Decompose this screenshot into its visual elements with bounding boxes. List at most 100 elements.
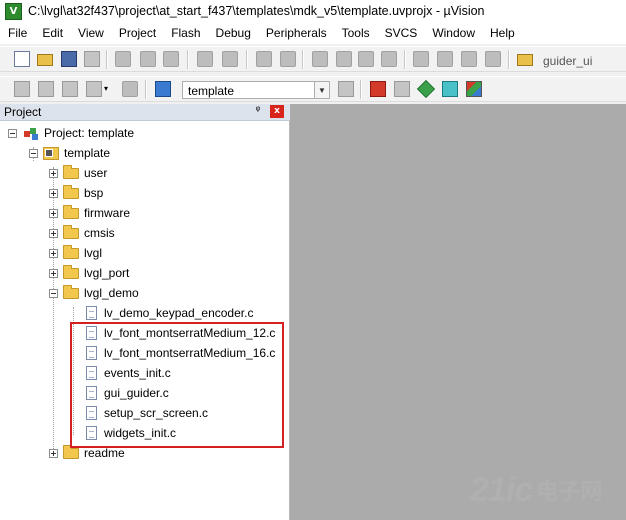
software-packs-icon[interactable] — [466, 81, 482, 97]
menu-help[interactable]: Help — [482, 26, 522, 40]
copy-icon[interactable] — [140, 51, 156, 67]
paste-icon[interactable] — [163, 51, 179, 67]
tree-group-user[interactable]: user — [49, 163, 107, 183]
prev-bookmark-icon[interactable] — [336, 51, 352, 67]
tree-file[interactable]: gui_guider.c — [86, 383, 169, 403]
tree-file[interactable]: widgets_init.c — [86, 423, 176, 443]
toolbar-separator — [404, 50, 406, 69]
toolbar-separator — [360, 80, 362, 99]
collapse-icon[interactable] — [8, 128, 17, 138]
tree-project-root[interactable]: Project: template — [8, 123, 134, 143]
tree-project-label: Project: template — [44, 126, 135, 140]
next-bookmark-icon[interactable] — [358, 51, 374, 67]
pin-icon[interactable]: ᵠ — [252, 105, 264, 117]
folder-icon — [63, 184, 79, 199]
toolbar-separator — [302, 50, 304, 69]
unindent-icon[interactable] — [437, 51, 453, 67]
expand-icon[interactable] — [49, 248, 58, 258]
tree-file[interactable]: lv_demo_keypad_encoder.c — [86, 303, 253, 323]
tree-file[interactable]: events_init.c — [86, 363, 171, 383]
comment-icon[interactable] — [461, 51, 477, 67]
expand-icon[interactable] — [49, 168, 58, 178]
tree-group-label: firmware — [84, 206, 131, 220]
find-in-files-icon[interactable] — [517, 54, 533, 66]
tree-target[interactable]: template — [29, 143, 110, 163]
batch-dropdown-icon[interactable]: ▾ — [104, 81, 112, 97]
tree-group-lvgl-demo[interactable]: lvgl_demo — [49, 283, 139, 303]
expand-icon[interactable] — [49, 268, 58, 278]
menu-debug[interactable]: Debug — [208, 26, 258, 40]
menu-peripherals[interactable]: Peripherals — [258, 26, 334, 40]
rebuild-icon[interactable] — [62, 81, 78, 97]
tree-file-label: events_init.c — [104, 366, 171, 380]
manage-project-items-icon[interactable] — [370, 81, 386, 97]
menu-project[interactable]: Project — [111, 26, 163, 40]
tree-group-label: lvgl_demo — [84, 286, 139, 300]
tree-group-lvgl[interactable]: lvgl — [49, 243, 102, 263]
site-watermark: 21ic 电子网 — [470, 468, 620, 512]
title-bar: V C:\lvgl\at32f437\project\at_start_f437… — [0, 0, 626, 22]
folder-icon — [63, 224, 79, 239]
tree-group-lvgl-port[interactable]: lvgl_port — [49, 263, 129, 283]
tree-group-label: readme — [84, 446, 125, 460]
batch-build-icon[interactable] — [86, 81, 102, 97]
expand-icon[interactable] — [49, 188, 58, 198]
save-icon[interactable] — [61, 51, 77, 67]
target-options-icon[interactable] — [338, 81, 354, 97]
menu-tools[interactable]: Tools — [334, 26, 377, 40]
project-tree[interactable]: Project: template template user bsp firm… — [0, 121, 290, 520]
toolbar-separator — [106, 50, 108, 69]
menu-flash[interactable]: Flash — [163, 26, 207, 40]
nav-back-icon[interactable] — [256, 51, 272, 67]
toolbar-separator — [508, 50, 510, 69]
target-select[interactable]: template ▼ — [182, 81, 330, 99]
c-file-icon — [86, 366, 97, 380]
cut-icon[interactable] — [115, 51, 131, 67]
translate-icon[interactable] — [14, 81, 30, 97]
menu-view[interactable]: View — [70, 26, 111, 40]
undo-icon[interactable] — [197, 51, 213, 67]
menu-edit[interactable]: Edit — [34, 26, 70, 40]
build-icon[interactable] — [38, 81, 54, 97]
folder-icon — [63, 164, 79, 179]
stop-build-icon[interactable] — [122, 81, 138, 97]
tree-group-bsp[interactable]: bsp — [49, 183, 103, 203]
tree-file-label: widgets_init.c — [104, 426, 177, 440]
find-text[interactable]: guider_ui — [543, 54, 592, 68]
menu-window[interactable]: Window — [424, 26, 482, 40]
chevron-down-icon[interactable]: ▼ — [314, 82, 329, 98]
nav-forward-icon[interactable] — [280, 51, 296, 67]
tree-file[interactable]: lv_font_montserratMedium_12.c — [86, 323, 275, 343]
clear-bookmarks-icon[interactable] — [381, 51, 397, 67]
find-combo[interactable]: guider_ui — [540, 51, 626, 69]
expand-icon[interactable] — [49, 208, 58, 218]
tree-group-firmware[interactable]: firmware — [49, 203, 130, 223]
close-icon[interactable]: x — [270, 105, 284, 118]
menu-svcs[interactable]: SVCS — [377, 26, 425, 40]
tree-file[interactable]: setup_scr_screen.c — [86, 403, 208, 423]
open-folder-icon[interactable] — [37, 54, 53, 66]
save-all-icon[interactable] — [84, 51, 100, 67]
new-file-icon[interactable] — [14, 51, 30, 67]
tree-group-cmsis[interactable]: cmsis — [49, 223, 115, 243]
tree-group-readme[interactable]: readme — [49, 443, 125, 463]
tree-group-label: lvgl — [84, 246, 103, 260]
bookmark-icon[interactable] — [312, 51, 328, 67]
expand-icon[interactable] — [49, 228, 58, 238]
manage-run-time-environment-icon[interactable] — [416, 79, 436, 99]
menu-file[interactable]: File — [0, 26, 34, 40]
collapse-icon[interactable] — [29, 148, 38, 158]
editor-area — [290, 104, 626, 520]
uncomment-icon[interactable] — [485, 51, 501, 67]
load-download-icon[interactable] — [155, 81, 171, 97]
watermark-chinese: 电子网 — [536, 480, 603, 505]
expand-icon[interactable] — [49, 448, 58, 458]
redo-icon[interactable] — [222, 51, 238, 67]
indent-icon[interactable] — [413, 51, 429, 67]
collapse-icon[interactable] — [49, 288, 58, 298]
tree-file[interactable]: lv_font_montserratMedium_16.c — [86, 343, 275, 363]
c-file-icon — [86, 386, 97, 400]
tree-group-label: cmsis — [84, 226, 115, 240]
pack-installer-icon[interactable] — [442, 81, 458, 97]
select-packs-icon[interactable] — [394, 81, 410, 97]
